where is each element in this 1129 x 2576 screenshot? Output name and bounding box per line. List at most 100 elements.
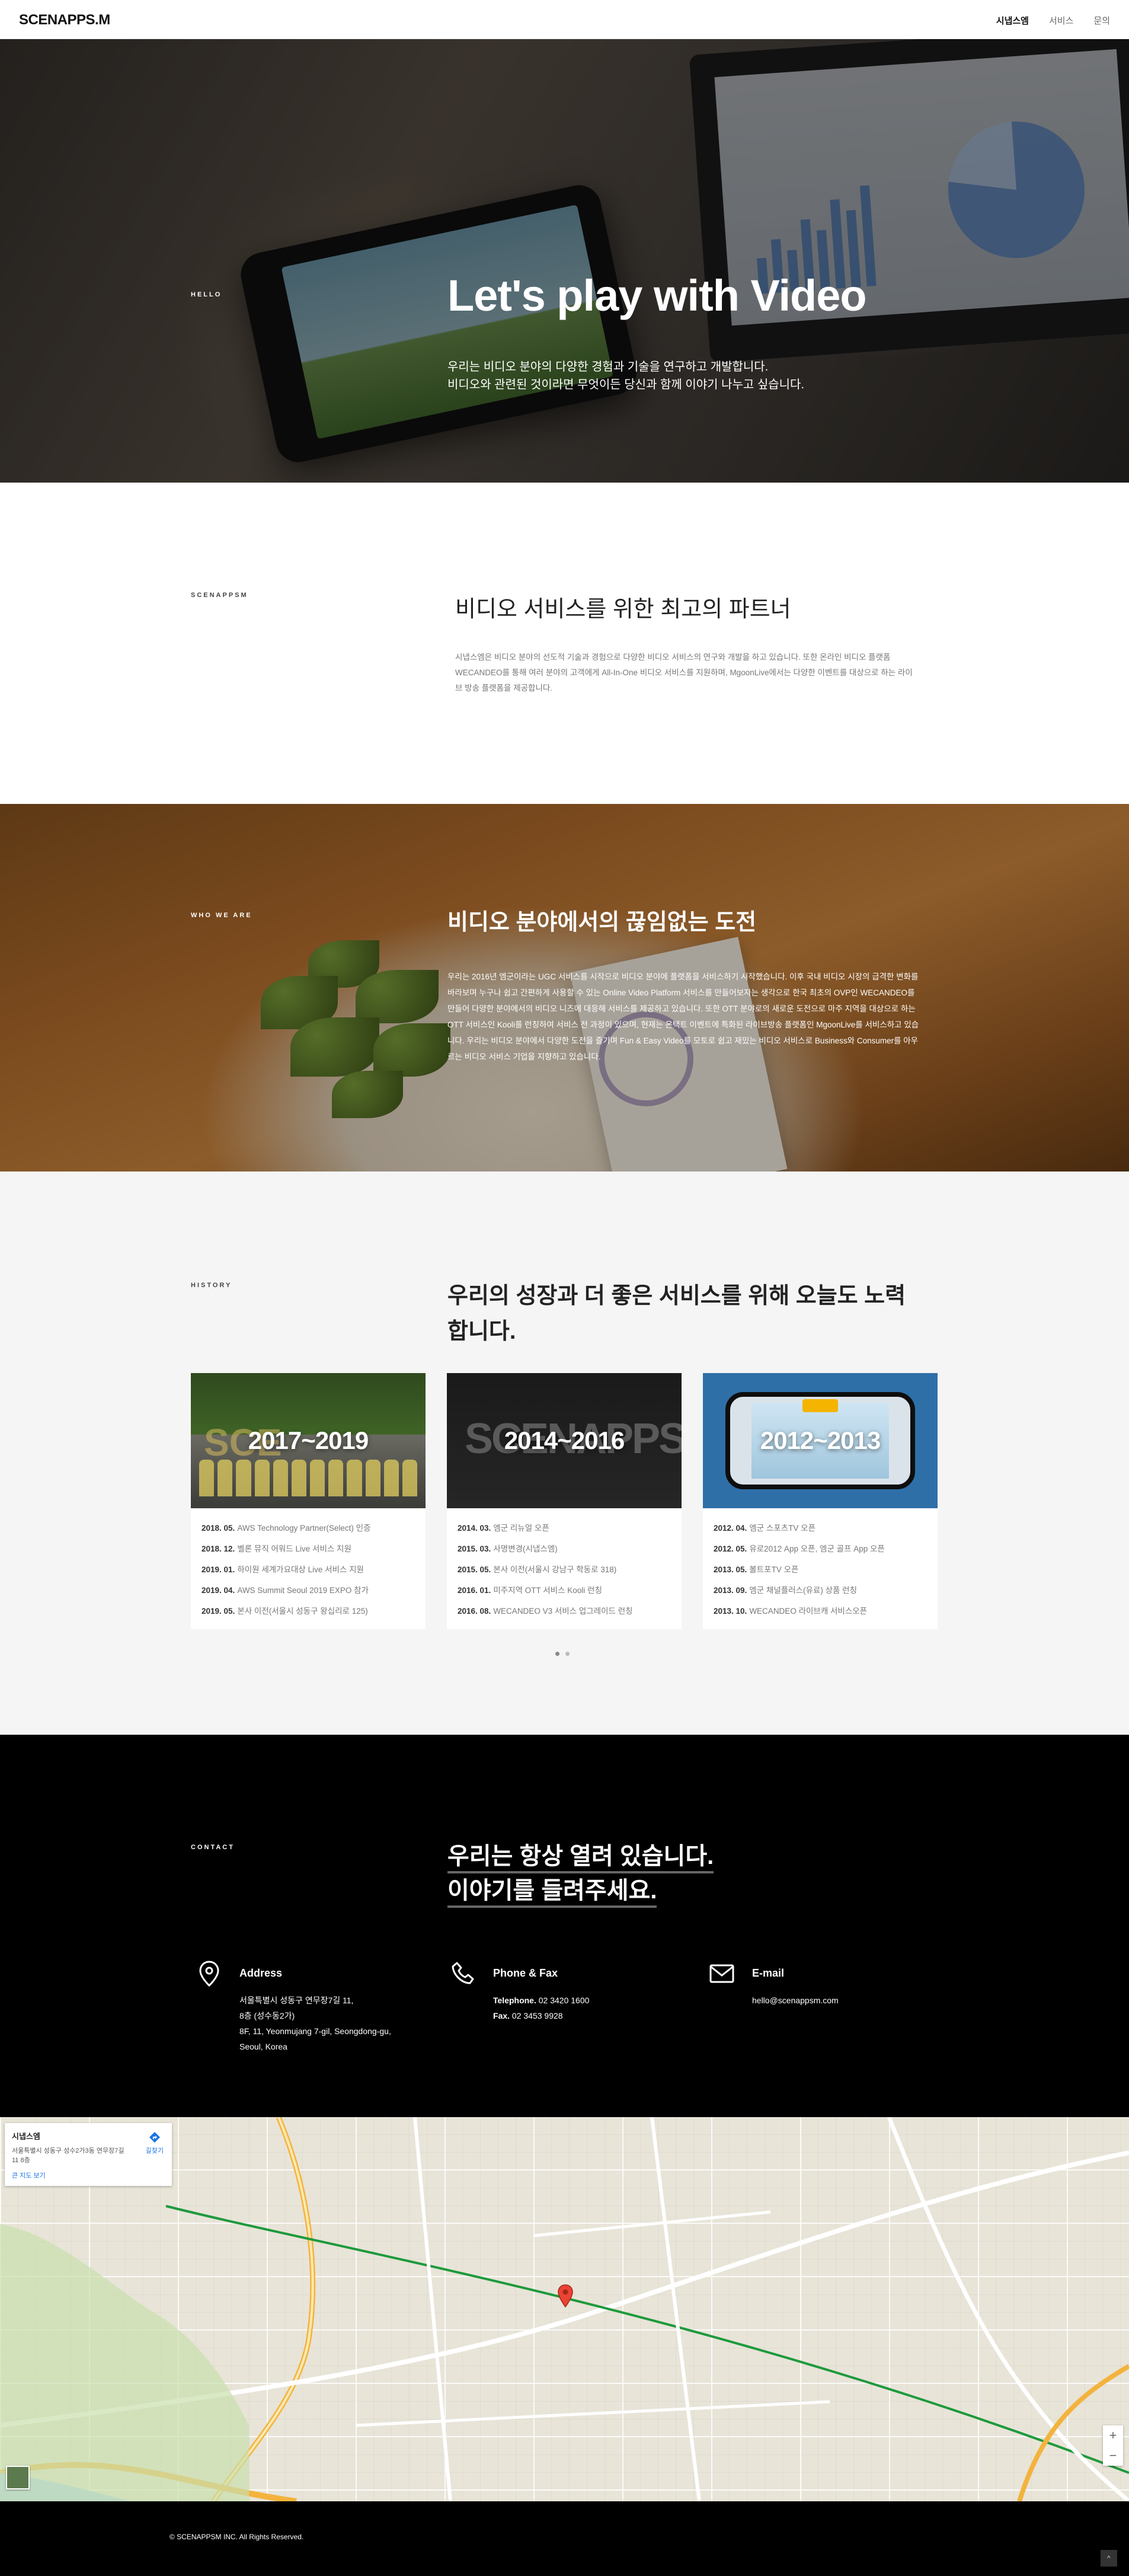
history-section: HISTORY 우리의 성장과 더 좋은 서비스를 위해 오늘도 노력합니다. …: [0, 1172, 1129, 1735]
satellite-view-toggle[interactable]: [6, 2466, 30, 2489]
telephone-label: Telephone.: [493, 1996, 536, 2005]
contact-section: CONTACT 우리는 항상 열려 있습니다. 이야기를 들려주세요. Addr…: [0, 1735, 1129, 2117]
larger-map-link[interactable]: 큰 지도 보기: [12, 2170, 46, 2180]
history-date: 2013. 10.: [714, 1607, 747, 1616]
contact-address-block: Address 서울특별시 성동구 연무장7길 11, 8층 (성수동2가) 8…: [196, 1960, 444, 2054]
who-we-are-body: 우리는 2016년 엠군이라는 UGC 서비스를 시작으로 비디오 분야에 플랫…: [447, 972, 919, 1061]
hero-section-label: HELLO: [191, 291, 222, 298]
contact-title-line-2: 이야기를 들려주세요.: [447, 1876, 657, 1908]
history-item: 2015. 03. 사명변경(시냅스엠): [458, 1538, 671, 1559]
history-text: 하이원 세계가요대상 Live 서비스 지원: [237, 1565, 364, 1574]
history-card: SCE 2017~2019 2018. 05. AWS Technology Pa…: [191, 1373, 426, 1629]
history-date: 2012. 05.: [714, 1544, 747, 1553]
history-text: 본사 이전(서울시 강남구 학동로 318): [493, 1565, 617, 1574]
phone-text: Telephone. 02 3420 1600 Fax. 02 3453 992…: [493, 1993, 589, 2023]
nav-item-scenappsm[interactable]: 시냅스엠: [996, 14, 1029, 27]
map-place-card: 시냅스엠 서울특별시 성동구 성수2가3동 연무장7길 11 8층 큰 지도 보…: [5, 2123, 172, 2186]
carousel-dot-2[interactable]: [565, 1652, 570, 1656]
hero-line-1: 우리는 비디오 분야의 다양한 경험과 기술을 연구하고 개발합니다.: [447, 360, 769, 374]
directions-label: 길찾기: [145, 2147, 164, 2154]
history-item: 2012. 05. 유로2012 App 오픈, 엠군 골프 App 오픈: [714, 1538, 927, 1559]
location-map[interactable]: 시냅스엠 서울특별시 성동구 성수2가3동 연무장7길 11 8층 큰 지도 보…: [0, 2117, 1129, 2501]
history-card: 2012~2013 2012. 04. 엠군 스포츠TV 오픈 2012. 05.…: [703, 1373, 938, 1629]
main-nav: 시냅스엠 서비스 문의: [996, 14, 1110, 27]
scroll-to-top-button[interactable]: ^: [1101, 2550, 1117, 2567]
telephone-value[interactable]: 02 3420 1600: [539, 1996, 590, 2005]
history-text: 엠군 스포츠TV 오픈: [749, 1524, 816, 1533]
history-text: 엠군 리뉴얼 오픈: [493, 1524, 549, 1533]
history-item: 2016. 08. WECANDEO V3 서비스 업그레이드 런칭: [458, 1601, 671, 1621]
hero-line-2: 비디오와 관련된 것이라면 무엇이든 당신과 함께 이야기 나누고 싶습니다.: [447, 378, 805, 391]
carousel-dot-1[interactable]: [555, 1652, 559, 1656]
team-photo-image: SCE 2017~2019: [191, 1373, 426, 1508]
history-date: 2014. 03.: [458, 1524, 491, 1533]
history-item: 2012. 04. 엠군 스포츠TV 오픈: [714, 1518, 927, 1538]
history-date: 2019. 01.: [202, 1565, 235, 1574]
history-date: 2015. 05.: [458, 1565, 491, 1574]
history-text: AWS Technology Partner(Select) 인증: [237, 1524, 371, 1533]
history-text: 본사 이전(서울시 성동구 왕십리로 125): [237, 1607, 368, 1616]
zoom-in-button[interactable]: +: [1103, 2425, 1123, 2446]
map-place-name: 시냅스엠: [12, 2132, 40, 2141]
site-header: SCENAPPS.M 시냅스엠 서비스 문의: [0, 0, 1129, 39]
history-period: 2014~2016: [504, 1426, 625, 1454]
history-date: 2018. 05.: [202, 1524, 235, 1533]
address-line-2: 8층 (성수동2가): [239, 2011, 295, 2020]
envelope-icon: [708, 1960, 735, 1987]
history-text: 사명변경(시냅스엠): [493, 1544, 558, 1553]
history-section-label: HISTORY: [191, 1282, 232, 1289]
copyright-text: © SCENAPPSM INC. All Rights Reserved.: [169, 2533, 304, 2541]
location-pin-icon: [196, 1960, 223, 1987]
email-link[interactable]: hello@scenappsm.com: [752, 1996, 839, 2005]
contact-phone-block: Phone & Fax Telephone. 02 3420 1600 Fax.…: [449, 1960, 698, 2023]
zoom-out-button[interactable]: −: [1103, 2446, 1123, 2466]
history-date: 2012. 04.: [714, 1524, 747, 1533]
phone-heading: Phone & Fax: [493, 1967, 558, 1979]
history-title: 우리의 성장과 더 좋은 서비스를 위해 오늘도 노력합니다.: [447, 1284, 906, 1344]
nav-item-contact[interactable]: 문의: [1093, 14, 1110, 27]
email-heading: E-mail: [752, 1967, 785, 1979]
partner-section-label: SCENAPPSM: [191, 592, 248, 599]
contact-section-label: CONTACT: [191, 1844, 235, 1851]
history-date: 2019. 05.: [202, 1607, 235, 1616]
history-item: 2019. 04. AWS Summit Seoul 2019 EXPO 참가: [202, 1580, 415, 1601]
address-text: 서울특별시 성동구 연무장7길 11, 8층 (성수동2가) 8F, 11, Y…: [239, 1993, 391, 2054]
site-logo[interactable]: SCENAPPS.M: [19, 12, 110, 28]
fax-value: 02 3453 9928: [511, 2011, 563, 2020]
history-item: 2015. 05. 본사 이전(서울시 강남구 학동로 318): [458, 1559, 671, 1580]
map-zoom-control: + −: [1103, 2425, 1123, 2466]
phone-icon: [449, 1960, 476, 1987]
address-line-3: 8F, 11, Yeonmujang 7-gil, Seongdong-gu,: [239, 2026, 391, 2036]
site-footer: © SCENAPPSM INC. All Rights Reserved. ^: [0, 2501, 1129, 2576]
address-line-4: Seoul, Korea: [239, 2042, 287, 2051]
map-marker-icon[interactable]: [557, 2284, 574, 2311]
carousel-pager: [555, 1652, 570, 1656]
history-carousel[interactable]: SCE 2017~2019 2018. 05. AWS Technology Pa…: [191, 1373, 938, 1629]
hero-title: Let's play with Video: [447, 271, 867, 320]
contact-email-block: E-mail hello@scenappsm.com: [708, 1960, 957, 2008]
nav-item-service[interactable]: 서비스: [1049, 14, 1073, 27]
history-item: 2018. 12. 벨론 뮤직 어워드 Live 서비스 지원: [202, 1538, 415, 1559]
history-item: 2019. 05. 본사 이전(서울시 성동구 왕십리로 125): [202, 1601, 415, 1621]
history-date: 2016. 08.: [458, 1607, 491, 1616]
history-text: 유로2012 App 오픈, 엠군 골프 App 오픈: [749, 1544, 885, 1553]
history-item: 2013. 10. WECANDEO 라이브캐 서비스오픈: [714, 1601, 927, 1621]
address-heading: Address: [239, 1967, 283, 1979]
history-text: AWS Summit Seoul 2019 EXPO 참가: [237, 1586, 369, 1595]
history-date: 2018. 12.: [202, 1544, 235, 1553]
history-text: 벨론 뮤직 어워드 Live 서비스 지원: [237, 1544, 351, 1553]
history-date: 2013. 05.: [714, 1565, 747, 1574]
history-period: 2017~2019: [248, 1426, 369, 1454]
history-item: 2013. 05. 볼트포TV 오픈: [714, 1559, 927, 1580]
history-text: 볼트포TV 오픈: [749, 1565, 799, 1574]
office-wall-image: SCENAPPS.M 2014~2016: [447, 1373, 682, 1508]
history-item: 2018. 05. AWS Technology Partner(Select) …: [202, 1518, 415, 1538]
who-we-are-section: WHO WE ARE 비디오 분야에서의 끊임없는 도전 우리는 2016년 엠…: [0, 804, 1129, 1172]
history-text: 엠군 채널플러스(유료) 상품 런칭: [749, 1586, 858, 1595]
history-text: WECANDEO 라이브캐 서비스오픈: [749, 1607, 868, 1616]
history-period: 2012~2013: [760, 1426, 881, 1454]
directions-button[interactable]: 길찾기: [146, 2131, 164, 2155]
history-text: 미주지역 OTT 서비스 Kooli 런칭: [493, 1586, 602, 1595]
history-date: 2016. 01.: [458, 1586, 491, 1595]
partner-title: 비디오 서비스를 위한 최고의 파트너: [455, 597, 791, 622]
